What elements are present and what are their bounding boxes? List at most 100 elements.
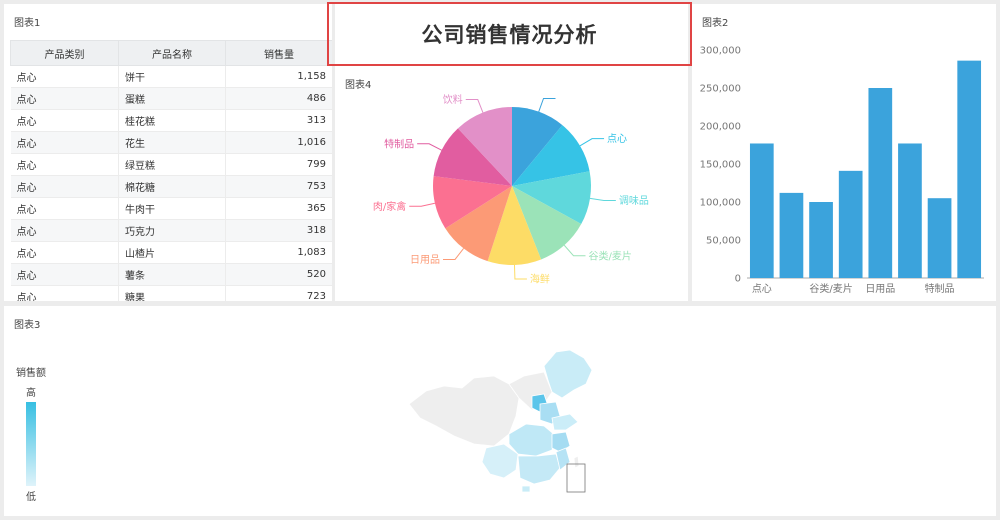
map-region-southwest[interactable]	[481, 443, 519, 479]
cell-sales: 520	[225, 263, 332, 286]
pie-label: 调味品	[619, 195, 649, 207]
cell-category: 点心	[10, 197, 119, 220]
y-tick-label: 300,000	[700, 46, 741, 57]
bar[interactable]	[779, 192, 804, 278]
map-panel: 图表3 销售额 高 低	[4, 306, 996, 516]
table-panel-title: 图表1	[14, 18, 41, 29]
x-tick-label: 特制品	[925, 282, 955, 295]
cell-category: 点心	[10, 87, 119, 110]
x-tick-label: 日用品	[865, 283, 895, 295]
pie-leader-line	[538, 97, 556, 112]
cell-sales: 723	[225, 285, 332, 301]
cell-product: 花生	[118, 131, 226, 154]
sales-table-container[interactable]: 产品类别 产品名称 销售量 点心 饼干 1,158 点心 蛋糕 486 点心 桂花糕 313 点心…	[10, 40, 332, 301]
pie-label: 肉/家禽	[373, 200, 406, 213]
bar-panel: 图表2 0 50,000 100,000 150,000 200,000 250,000 3…	[692, 4, 996, 301]
cell-product: 糖果	[118, 285, 226, 301]
south-sea-inset	[566, 463, 586, 493]
map-region-jiangsu[interactable]	[551, 431, 571, 453]
pie-label: 点心	[607, 133, 627, 145]
table-row[interactable]: 点心 巧克力 318	[10, 219, 332, 242]
cell-category: 点心	[10, 263, 119, 286]
cell-product: 蛋糕	[118, 87, 226, 110]
cell-product: 绿豆糕	[118, 153, 226, 176]
y-tick-label: 250,000	[700, 84, 741, 95]
pie-label: 谷类/麦片	[589, 249, 632, 262]
pie-leader-line	[409, 202, 436, 207]
table-row[interactable]: 点心 饼干 1,158	[10, 65, 332, 88]
pie-leader-line	[417, 143, 442, 151]
pie-label: 饮料	[443, 93, 463, 106]
y-tick-label: 50,000	[706, 236, 741, 247]
table-row[interactable]: 点心 山楂片 1,083	[10, 241, 332, 264]
table-row[interactable]: 点心 薯条 520	[10, 263, 332, 286]
table-panel: 图表1 产品类别 产品名称 销售量 点心 饼干 1,158 点心 蛋糕 486 点心 桂花糕 3…	[4, 4, 332, 301]
cell-category: 点心	[10, 219, 119, 242]
page-title-box[interactable]: 公司销售情况分析	[327, 2, 692, 66]
x-tick-label: 谷类/麦片	[809, 282, 852, 295]
map-region-south[interactable]	[517, 453, 561, 485]
cell-product: 山楂片	[118, 241, 226, 264]
table-row[interactable]: 点心 绿豆糕 799	[10, 153, 332, 176]
map-region-hainan[interactable]	[521, 485, 531, 493]
title-panel: 公司销售情况分析	[327, 2, 692, 66]
cell-sales: 753	[225, 175, 332, 198]
pie-label: 特制品	[384, 137, 414, 150]
map-region-taiwan[interactable]	[573, 455, 580, 469]
cell-sales: 318	[225, 219, 332, 242]
pie-chart: 点心调味品谷类/麦片海鲜 日用品 肉/家禽 特制品 饮料	[373, 93, 649, 285]
y-tick-label: 200,000	[700, 122, 741, 133]
pie-leader-line	[442, 248, 464, 260]
bar[interactable]	[868, 88, 893, 278]
cell-sales: 799	[225, 153, 332, 176]
pie-leader-line	[579, 138, 605, 147]
cell-sales: 1,158	[225, 65, 332, 88]
bar[interactable]	[809, 202, 833, 278]
column-header-category[interactable]: 产品类别	[10, 40, 119, 66]
cell-product: 巧克力	[118, 219, 226, 242]
cell-category: 点心	[10, 175, 119, 198]
pie-panel: 图表4 点心 调味品 谷类/麦片 海鲜 日用品 肉/家禽 特制品 饮料	[335, 66, 688, 301]
y-tick-label: 100,000	[700, 198, 741, 209]
table-row[interactable]: 点心 蛋糕 486	[10, 87, 332, 110]
pie-leader-line	[589, 197, 616, 202]
pie-label: 海鲜	[530, 272, 550, 285]
bar[interactable]	[749, 143, 774, 278]
column-header-sales[interactable]: 销售量	[225, 40, 332, 66]
pie-label: 日用品	[410, 254, 440, 266]
bar[interactable]	[957, 60, 982, 278]
bar-chart: 0 50,000 100,000 150,000 200,000 250,000 300,0…	[700, 46, 984, 295]
cell-category: 点心	[10, 241, 119, 264]
table-row[interactable]: 点心 花生 1,016	[10, 131, 332, 154]
table-row[interactable]: 点心 桂花糕 313	[10, 109, 332, 132]
cell-category: 点心	[10, 109, 119, 132]
cell-sales: 365	[225, 197, 332, 220]
map-region-central[interactable]	[508, 423, 557, 457]
bar[interactable]	[838, 170, 863, 278]
pie-leader-line	[465, 99, 484, 113]
cell-product: 牛肉干	[118, 197, 226, 220]
cell-product: 桂花糕	[118, 109, 226, 132]
china-map[interactable]	[4, 306, 996, 516]
sales-table: 产品类别 产品名称 销售量 点心 饼干 1,158 点心 蛋糕 486 点心 桂花糕 313 点心…	[10, 40, 332, 301]
map-region-west[interactable]	[408, 375, 520, 447]
bar[interactable]	[927, 198, 952, 278]
cell-product: 棉花糖	[118, 175, 226, 198]
cell-sales: 313	[225, 109, 332, 132]
y-tick-label: 0	[735, 274, 741, 285]
table-row[interactable]: 点心 牛肉干 365	[10, 197, 332, 220]
cell-category: 点心	[10, 65, 119, 88]
table-row[interactable]: 点心 棉花糖 753	[10, 175, 332, 198]
bar[interactable]	[898, 143, 922, 278]
cell-sales: 1,083	[225, 241, 332, 264]
column-header-product[interactable]: 产品名称	[118, 40, 226, 66]
cell-category: 点心	[10, 153, 119, 176]
table-header-row: 产品类别 产品名称 销售量	[10, 40, 332, 66]
table-row[interactable]: 点心 糖果 723	[10, 285, 332, 301]
x-tick-label: 点心	[752, 283, 772, 295]
cell-product: 薯条	[118, 263, 226, 286]
cell-sales: 1,016	[225, 131, 332, 154]
y-tick-label: 150,000	[700, 160, 741, 171]
pie-leader-line	[513, 264, 527, 280]
pie-leader-line	[563, 244, 586, 257]
